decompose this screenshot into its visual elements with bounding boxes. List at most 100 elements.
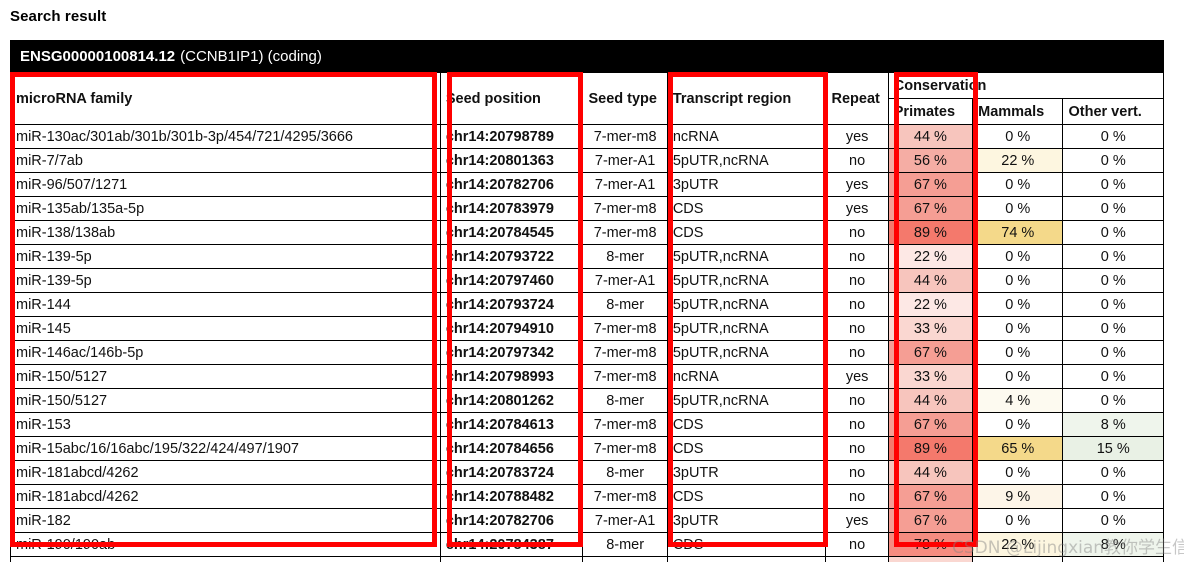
cell-transcript-region: 5pUTR,ncRNA xyxy=(666,148,827,173)
table-row[interactable]: miR-135ab/135a-5p chr14:20783979 7-mer-m8 C… xyxy=(10,196,1164,221)
cell-repeat: no xyxy=(825,340,889,365)
table-row[interactable]: miR-130ac/301ab/301b/301b-3p/454/721/429… xyxy=(10,124,1164,149)
cell-seed-type: 7-mer-A1 xyxy=(582,148,668,173)
cell-transcript-region: 5pUTR,ncRNA xyxy=(666,388,827,413)
cell-primates: 44 % xyxy=(887,268,974,293)
cell-mammals: 9 % xyxy=(972,484,1064,509)
cell-primates: 56 % xyxy=(887,148,974,173)
cell-seed-type: 8-mer xyxy=(582,460,668,485)
cell-seed-type: 7-mer-A1 xyxy=(582,556,668,562)
cell-mammals: 0 % xyxy=(972,172,1064,197)
cell-microrna-family: miR-135ab/135a-5p xyxy=(10,196,441,221)
cell-primates: 22 % xyxy=(887,292,974,317)
table-row[interactable]: miR-144 chr14:20793724 8-mer 5pUTR,ncRNA no 2… xyxy=(10,292,1164,317)
col-header-transcript-region[interactable]: Transcript region xyxy=(666,72,827,125)
cell-transcript-region: 5pUTR,ncRNA xyxy=(666,244,827,269)
col-header-conservation: Conservation xyxy=(887,72,1164,99)
cell-other-vert: 0 % xyxy=(1062,172,1164,197)
cell-microrna-family: miR-146ac/146b-5p xyxy=(10,340,441,365)
cell-seed-type: 7-mer-m8 xyxy=(582,340,668,365)
table-row[interactable]: miR-181abcd/4262 chr14:20783724 8-mer 3pUTR… xyxy=(10,460,1164,485)
cell-primates: 33 % xyxy=(887,364,974,389)
cell-repeat: yes xyxy=(825,124,889,149)
table-row[interactable]: miR-15abc/16/16abc/195/322/424/497/1907 c… xyxy=(10,436,1164,461)
cell-mammals: 0 % xyxy=(972,460,1064,485)
cell-primates: 78 % xyxy=(887,532,974,557)
cell-seed-position: chr14:20782706 xyxy=(439,508,584,533)
cell-seed-position: chr14:20798993 xyxy=(439,364,584,389)
cell-primates: 67 % xyxy=(887,340,974,365)
table-row[interactable]: miR-138/138ab chr14:20784545 7-mer-m8 CDS no… xyxy=(10,220,1164,245)
cell-microrna-family: miR-139-5p xyxy=(10,244,441,269)
cell-mammals: 22 % xyxy=(972,532,1064,557)
col-header-primates[interactable]: Primates xyxy=(887,98,974,125)
cell-seed-position: chr14:20801363 xyxy=(439,148,584,173)
cell-mammals: 22 % xyxy=(972,148,1064,173)
cell-transcript-region: CDS xyxy=(666,412,827,437)
table-row[interactable]: miR-182 chr14:20782706 7-mer-A1 3pUTR yes 67 … xyxy=(10,508,1164,533)
cell-microrna-family: miR-130ac/301ab/301b/301b-3p/454/721/429… xyxy=(10,124,441,149)
cell-transcript-region: CDS xyxy=(666,196,827,221)
table-head: microRNA family Seed position Seed type … xyxy=(10,72,1164,125)
cell-seed-type: 7-mer-m8 xyxy=(582,436,668,461)
cell-other-vert: 0 % xyxy=(1062,364,1164,389)
cell-other-vert: 0 % xyxy=(1062,508,1164,533)
cell-transcript-region: CDS xyxy=(666,484,827,509)
cell-seed-position: chr14:20797342 xyxy=(439,340,584,365)
cell-microrna-family: miR-153 xyxy=(10,412,441,437)
cell-transcript-region: ncRNA xyxy=(666,364,827,389)
cell-seed-position: chr14:20793722 xyxy=(439,244,584,269)
cell-mammals: 0 % xyxy=(972,508,1064,533)
gene-meta: (CCNB1IP1) (coding) xyxy=(180,47,322,65)
col-header-microrna-family[interactable]: microRNA family xyxy=(10,72,441,125)
cell-other-vert: 0 % xyxy=(1062,484,1164,509)
cell-other-vert: 8 % xyxy=(1062,412,1164,437)
col-header-seed-type[interactable]: Seed type xyxy=(582,72,668,125)
table-row[interactable]: miR-146ac/146b-5p chr14:20797342 7-mer-m8 5… xyxy=(10,340,1164,365)
cell-seed-type: 7-mer-m8 xyxy=(582,316,668,341)
gene-banner: ENSG00000100814.12 (CCNB1IP1) (coding) xyxy=(10,40,1164,72)
cell-microrna-family: miR-138/138ab xyxy=(10,220,441,245)
cell-microrna-family: miR-190/190ab xyxy=(10,532,441,557)
cell-microrna-family: miR-150/5127 xyxy=(10,388,441,413)
cell-transcript-region: 3pUTR xyxy=(666,508,827,533)
cell-transcript-region: CDS xyxy=(666,220,827,245)
col-header-repeat[interactable]: Repeat xyxy=(825,72,889,125)
cell-mammals: 0 % xyxy=(972,412,1064,437)
cell-repeat: no xyxy=(825,148,889,173)
table-row[interactable]: miR-7/7ab chr14:20801363 7-mer-A1 5pUTR,ncR… xyxy=(10,148,1164,173)
cell-seed-type: 7-mer-A1 xyxy=(582,268,668,293)
cell-other-vert: 8 % xyxy=(1062,532,1164,557)
table-row[interactable]: miR-139-5p chr14:20797460 7-mer-A1 5pUTR,nc… xyxy=(10,268,1164,293)
table-row[interactable]: miR-194chr14:207885497-mer-A13pUTRno33 %… xyxy=(10,556,1164,562)
col-header-mammals[interactable]: Mammals xyxy=(972,98,1064,125)
table-row[interactable]: miR-153 chr14:20784613 7-mer-m8 CDS no 67 % 0 … xyxy=(10,412,1164,437)
search-result-page: Search result ENSG00000100814.12 (CCNB1I… xyxy=(0,0,1184,562)
cell-seed-type: 8-mer xyxy=(582,388,668,413)
results-table-wrapper[interactable]: microRNA family Seed position Seed type … xyxy=(10,72,1164,562)
cell-mammals: 74 % xyxy=(972,220,1064,245)
cell-repeat: no xyxy=(825,316,889,341)
cell-seed-position: chr14:20788482 xyxy=(439,484,584,509)
cell-repeat: no xyxy=(825,484,889,509)
cell-other-vert: 0 % xyxy=(1062,340,1164,365)
table-row[interactable]: miR-96/507/1271 chr14:20782706 7-mer-A1 3pU… xyxy=(10,172,1164,197)
cell-seed-type: 7-mer-m8 xyxy=(582,124,668,149)
table-row[interactable]: miR-150/5127 chr14:20798993 7-mer-m8 ncRNA y… xyxy=(10,364,1164,389)
col-header-other-vert[interactable]: Other vert. xyxy=(1062,98,1164,125)
cell-seed-type: 7-mer-m8 xyxy=(582,484,668,509)
cell-seed-type: 8-mer xyxy=(582,532,668,557)
table-row[interactable]: miR-139-5p chr14:20793722 8-mer 5pUTR,ncRNA… xyxy=(10,244,1164,269)
cell-repeat: yes xyxy=(825,364,889,389)
cell-other-vert: 0 % xyxy=(1062,460,1164,485)
table-row[interactable]: miR-150/5127 chr14:20801262 8-mer 5pUTR,ncR… xyxy=(10,388,1164,413)
cell-primates: 44 % xyxy=(887,460,974,485)
cell-microrna-family: miR-150/5127 xyxy=(10,364,441,389)
table-row[interactable]: miR-181abcd/4262 chr14:20788482 7-mer-m8 CD… xyxy=(10,484,1164,509)
col-header-seed-position[interactable]: Seed position xyxy=(439,72,584,125)
table-row[interactable]: miR-190/190ab chr14:20784387 8-mer CDS no 78 … xyxy=(10,532,1164,557)
cell-seed-type: 7-mer-m8 xyxy=(582,364,668,389)
cell-primates: 33 % xyxy=(887,556,974,562)
table-row[interactable]: miR-145 chr14:20794910 7-mer-m8 5pUTR,ncRNA… xyxy=(10,316,1164,341)
cell-mammals: 0 % xyxy=(972,292,1064,317)
